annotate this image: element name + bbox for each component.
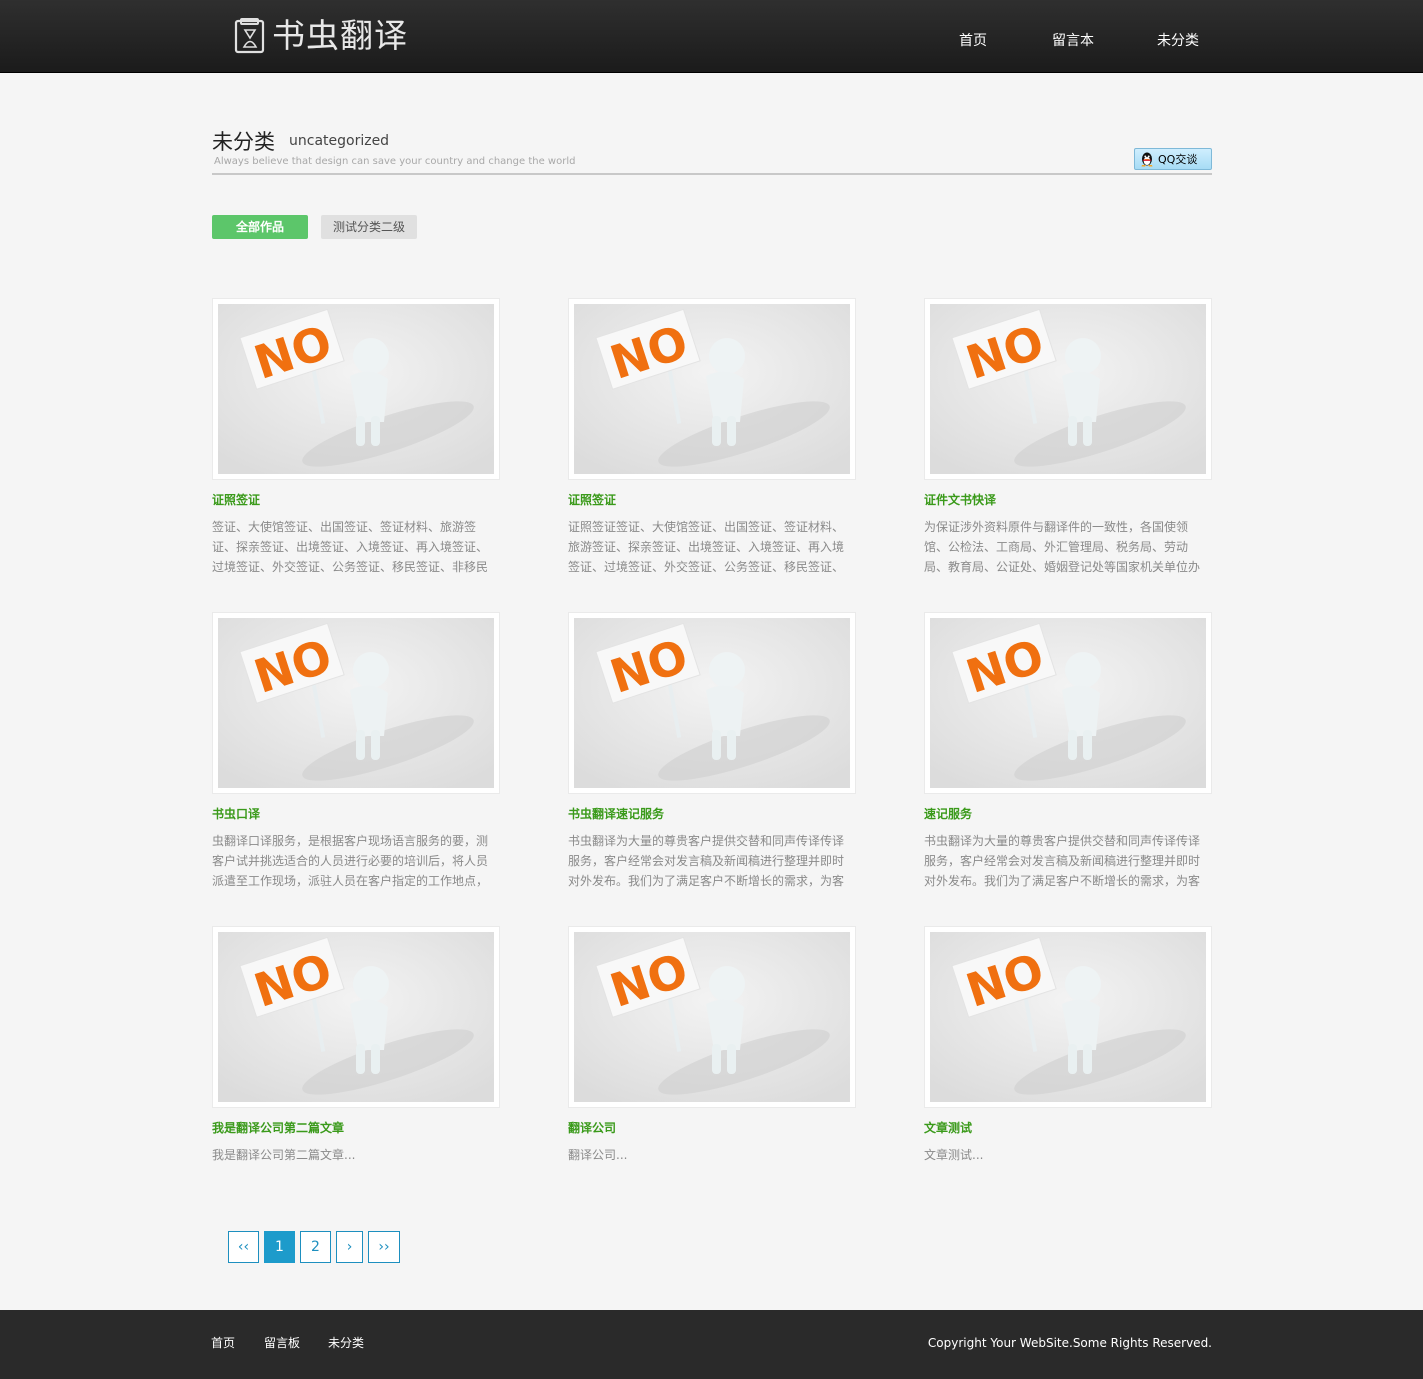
work-card[interactable]: NO 书虫翻译速记服务 书虫翻译为大量的尊贵客户提供交替和同声传译传译服务，客户… xyxy=(568,612,856,891)
card-thumbnail[interactable]: NO xyxy=(568,612,856,794)
nav-guestbook[interactable]: 留言本 xyxy=(1052,31,1094,51)
page-title: 未分类 xyxy=(212,130,275,154)
card-thumbnail[interactable]: NO xyxy=(924,926,1212,1108)
footer-link-uncategorized[interactable]: 未分类 xyxy=(328,1335,364,1351)
qq-penguin-icon xyxy=(1141,152,1153,167)
pager-next[interactable]: › xyxy=(336,1231,363,1263)
site-footer: 首页 留言板 未分类 Copyright Your WebSite.Some R… xyxy=(0,1310,1423,1379)
site-header: 书虫翻译 首页 留言本 未分类 xyxy=(0,0,1423,73)
card-title[interactable]: 证件文书快译 xyxy=(924,492,1212,508)
card-title[interactable]: 速记服务 xyxy=(924,806,1212,822)
pager-first[interactable]: ‹‹ xyxy=(228,1231,259,1263)
card-title[interactable]: 我是翻译公司第二篇文章 xyxy=(212,1120,500,1136)
work-card[interactable]: NO 证照签证 证照签证签证、大使馆签证、出国签证、签证材料、旅游签证、探亲签证… xyxy=(568,298,856,577)
filter-test-subcategory[interactable]: 测试分类二级 xyxy=(321,215,417,239)
no-image-placeholder-icon: NO xyxy=(218,618,494,788)
no-image-placeholder-icon: NO xyxy=(574,304,850,474)
card-title[interactable]: 文章测试 xyxy=(924,1120,1212,1136)
no-image-placeholder-icon: NO xyxy=(218,304,494,474)
card-title[interactable]: 证照签证 xyxy=(212,492,500,508)
work-card[interactable]: NO 证件文书快译 为保证涉外资料原件与翻译件的一致性，各国使领馆、公检法、工商… xyxy=(924,298,1212,577)
footer-copyright: Copyright Your WebSite.Some Rights Reser… xyxy=(927,1336,1212,1350)
footer-link-guestbook[interactable]: 留言板 xyxy=(264,1335,300,1351)
work-card[interactable]: NO 我是翻译公司第二篇文章 我是翻译公司第二篇文章... xyxy=(212,926,500,1205)
card-description: 文章测试... xyxy=(924,1148,984,1162)
pager-page-1[interactable]: 1 xyxy=(264,1231,295,1263)
card-description: 翻译公司... xyxy=(568,1148,628,1162)
card-thumbnail[interactable]: NO xyxy=(924,298,1212,480)
work-card[interactable]: NO 速记服务 书虫翻译为大量的尊贵客户提供交替和同声传译传译服务，客户经常会对… xyxy=(924,612,1212,891)
site-logo[interactable]: 书虫翻译 xyxy=(234,17,408,55)
card-description: 签证、大使馆签证、出国签证、签证材料、旅游签证、探亲签证、出境签证、入境签证、再… xyxy=(212,520,489,574)
card-thumbnail[interactable]: NO xyxy=(212,612,500,794)
category-header: 未分类 uncategorized Always believe that de… xyxy=(212,124,1212,175)
qq-chat-button[interactable]: QQ交谈 xyxy=(1134,148,1212,170)
card-description: 我是翻译公司第二篇文章... xyxy=(212,1148,356,1162)
work-card[interactable]: NO 翻译公司 翻译公司... xyxy=(568,926,856,1205)
card-description: 证照签证签证、大使馆签证、出国签证、签证材料、旅游签证、探亲签证、出境签证、入境… xyxy=(568,520,845,574)
no-image-placeholder-icon: NO xyxy=(574,618,850,788)
logo-text: 书虫翻译 xyxy=(272,16,408,55)
pagination: ‹‹ 1 2 › ›› xyxy=(228,1231,405,1263)
card-thumbnail[interactable]: NO xyxy=(568,298,856,480)
card-thumbnail[interactable]: NO xyxy=(212,926,500,1108)
page-title-en: uncategorized xyxy=(289,133,390,149)
qq-chat-label: QQ交谈 xyxy=(1158,153,1198,166)
card-thumbnail[interactable]: NO xyxy=(212,298,500,480)
work-card[interactable]: NO 证照签证 签证、大使馆签证、出国签证、签证材料、旅游签证、探亲签证、出境签… xyxy=(212,298,500,577)
card-description: 书虫翻译为大量的尊贵客户提供交替和同声传译传译服务，客户经常会对发言稿及新闻稿进… xyxy=(568,834,845,888)
no-image-placeholder-icon: NO xyxy=(930,304,1206,474)
card-title[interactable]: 书虫翻译速记服务 xyxy=(568,806,856,822)
nav-uncategorized[interactable]: 未分类 xyxy=(1157,31,1199,51)
work-card[interactable]: NO 书虫口译 虫翻译口译服务，是根据客户现场语言服务的要，测客户试并挑选适合的… xyxy=(212,612,500,891)
card-title[interactable]: 书虫口译 xyxy=(212,806,500,822)
card-title[interactable]: 翻译公司 xyxy=(568,1120,856,1136)
pager-last[interactable]: ›› xyxy=(368,1231,400,1263)
work-card[interactable]: NO 文章测试 文章测试... xyxy=(924,926,1212,1205)
no-image-placeholder-icon: NO xyxy=(930,932,1206,1102)
pager-page-2[interactable]: 2 xyxy=(300,1231,331,1263)
card-description: 虫翻译口译服务，是根据客户现场语言服务的要，测客户试并挑选适合的人员进行必要的培… xyxy=(212,834,489,888)
footer-link-home[interactable]: 首页 xyxy=(211,1335,235,1351)
no-image-placeholder-icon: NO xyxy=(574,932,850,1102)
no-image-placeholder-icon: NO xyxy=(218,932,494,1102)
nav-home[interactable]: 首页 xyxy=(959,31,987,51)
page-subtitle: Always believe that design can save your… xyxy=(214,156,576,167)
book-logo-icon xyxy=(234,18,265,54)
card-title[interactable]: 证照签证 xyxy=(568,492,856,508)
card-thumbnail[interactable]: NO xyxy=(568,926,856,1108)
card-thumbnail[interactable]: NO xyxy=(924,612,1212,794)
card-description: 书虫翻译为大量的尊贵客户提供交替和同声传译传译服务，客户经常会对发言稿及新闻稿进… xyxy=(924,834,1201,888)
no-image-placeholder-icon: NO xyxy=(930,618,1206,788)
card-description: 为保证涉外资料原件与翻译件的一致性，各国使领馆、公检法、工商局、外汇管理局、税务… xyxy=(924,520,1201,574)
filter-all-works[interactable]: 全部作品 xyxy=(212,215,308,239)
